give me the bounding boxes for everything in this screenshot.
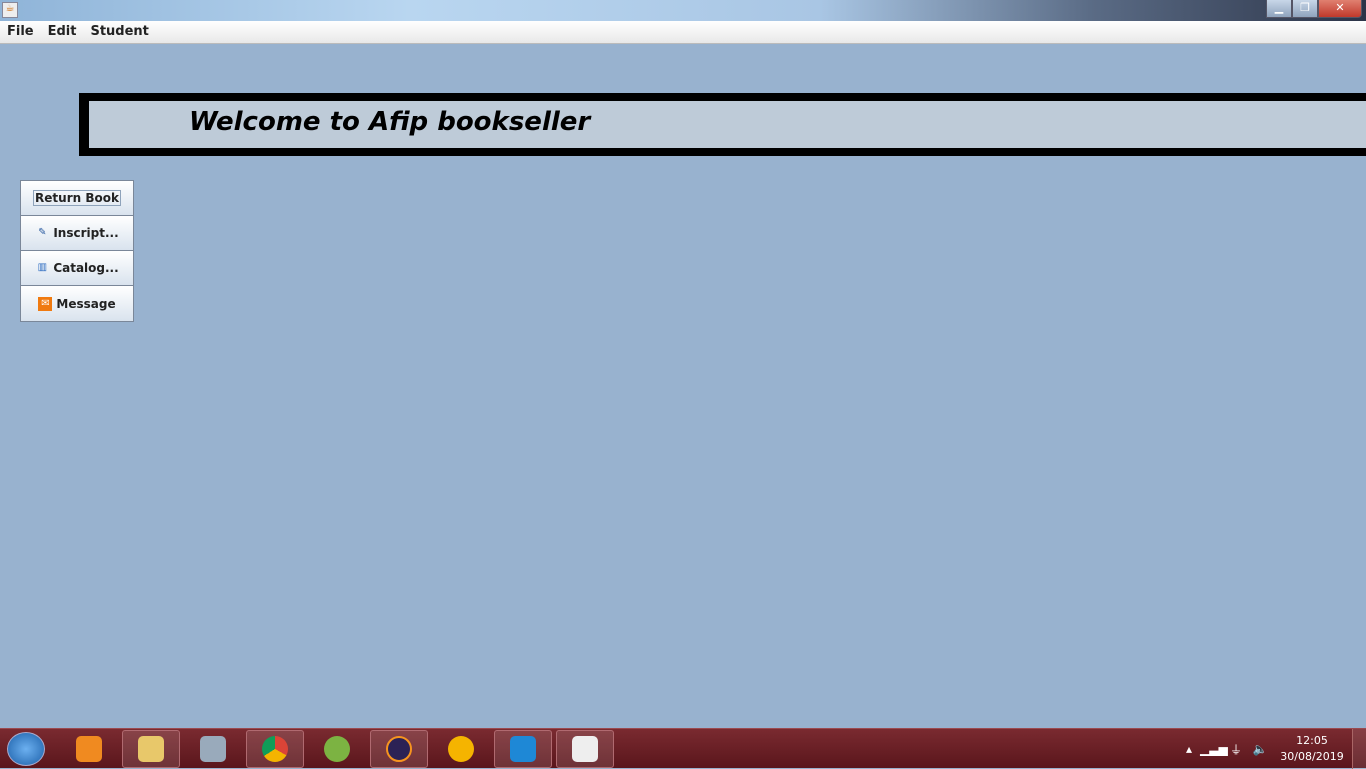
android-studio-taskbar-button[interactable]	[308, 730, 366, 768]
browser-taskbar-button[interactable]	[432, 730, 490, 768]
catalog-label: Catalog...	[53, 261, 119, 275]
return-book-button[interactable]: Return Book	[21, 181, 133, 216]
window-titlebar: ☕ ▁ ❐ ✕	[0, 0, 1366, 21]
system-tray: ▴ ▁▃▅ ⏚ 🔈 12:05 30/08/2019	[1178, 729, 1366, 769]
return-book-label: Return Book	[33, 190, 121, 206]
java-taskbar-button[interactable]	[556, 730, 614, 768]
menu-bar: File Edit Student	[0, 21, 1366, 44]
minimize-button[interactable]: ▁	[1266, 0, 1292, 18]
close-button[interactable]: ✕	[1318, 0, 1362, 18]
message-button[interactable]: ✉ Message	[21, 286, 133, 321]
eclipse-taskbar-button[interactable]	[370, 730, 428, 768]
start-button[interactable]	[7, 732, 45, 766]
clock[interactable]: 12:05 30/08/2019	[1272, 733, 1352, 765]
inscription-label: Inscript...	[53, 226, 119, 240]
welcome-banner: Welcome to Afip bookseller	[79, 93, 1366, 156]
message-label: Message	[56, 296, 116, 311]
clock-time: 12:05	[1296, 734, 1328, 747]
vscode-taskbar-button[interactable]	[494, 730, 552, 768]
show-hidden-icons-icon[interactable]: ▴	[1178, 742, 1200, 756]
java-icon: ☕	[2, 2, 18, 18]
catalog-button[interactable]: ▥ Catalog...	[21, 251, 133, 286]
edit-icon: ✎	[38, 227, 47, 238]
inscription-button[interactable]: ✎ Inscript...	[21, 216, 133, 251]
side-button-panel: Return Book ✎ Inscript... ▥ Catalog... ✉ Me…	[20, 180, 134, 322]
book-icon: ▥	[37, 262, 48, 273]
network-signal-icon[interactable]: ▁▃▅	[1200, 742, 1228, 756]
clock-date: 30/08/2019	[1280, 750, 1344, 763]
taskbar: ▴ ▁▃▅ ⏚ 🔈 12:05 30/08/2019	[0, 728, 1366, 769]
menu-file[interactable]: File	[0, 21, 41, 43]
chrome-taskbar-button[interactable]	[246, 730, 304, 768]
file-explorer-taskbar-button[interactable]	[122, 730, 180, 768]
mail-icon: ✉	[38, 296, 53, 311]
welcome-text: Welcome to Afip bookseller	[89, 101, 1366, 148]
media-player-taskbar-button[interactable]	[60, 730, 118, 768]
show-desktop-button[interactable]	[1352, 729, 1366, 769]
volume-icon[interactable]: 🔈	[1248, 742, 1272, 756]
power-plug-icon[interactable]: ⏚	[1224, 741, 1248, 758]
menu-student[interactable]: Student	[83, 21, 155, 43]
maximize-button[interactable]: ❐	[1292, 0, 1318, 18]
calculator-taskbar-button[interactable]	[184, 730, 242, 768]
menu-edit[interactable]: Edit	[41, 21, 84, 43]
